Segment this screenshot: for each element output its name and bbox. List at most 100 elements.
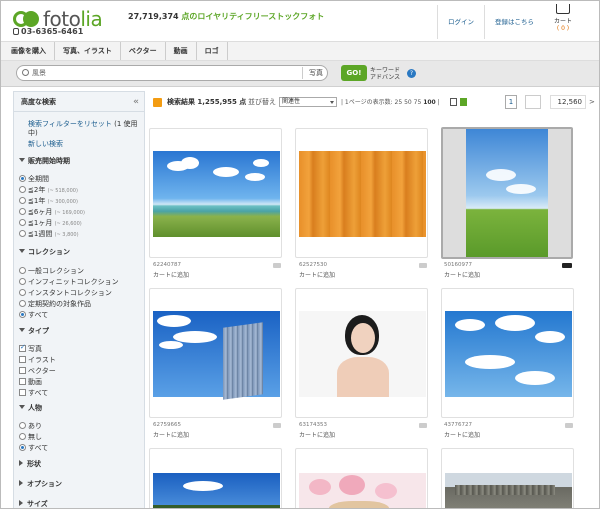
radio-icon[interactable] — [19, 278, 26, 285]
grid-view-icon[interactable] — [460, 98, 467, 106]
add-to-cart-link[interactable]: カートに追加 — [153, 270, 189, 279]
section-period[interactable]: 販売開始時期 — [19, 156, 70, 166]
add-to-cart-link[interactable]: カートに追加 — [153, 430, 189, 439]
collection-option[interactable]: インスタントコレクション — [19, 288, 112, 298]
section-size[interactable]: サイズ — [19, 499, 48, 508]
new-search-link[interactable]: 新しい検索 — [28, 139, 63, 149]
page-total[interactable]: 12,560 — [550, 95, 586, 109]
image-thumbnail[interactable] — [299, 473, 426, 508]
checkbox-icon[interactable] — [19, 378, 26, 385]
search-type-select[interactable]: 写真 — [302, 67, 323, 79]
list-view-icon[interactable] — [450, 98, 457, 106]
go-button[interactable]: GO! — [341, 65, 367, 81]
image-thumbnail[interactable] — [299, 311, 426, 397]
nav-photos-illustrations[interactable]: 写真、イラスト — [55, 42, 121, 60]
radio-icon[interactable] — [19, 219, 26, 226]
radio-icon[interactable] — [19, 311, 26, 318]
register-link[interactable]: 登録はこちら — [484, 5, 544, 39]
help-icon[interactable]: ? — [407, 69, 416, 78]
radio-icon[interactable] — [19, 300, 26, 307]
page-input[interactable] — [525, 95, 541, 109]
collapse-icon[interactable]: « — [133, 92, 139, 112]
sort-select[interactable]: 関連性 — [279, 97, 337, 107]
nav-logos[interactable]: ロゴ — [197, 42, 228, 60]
checkbox-icon[interactable] — [19, 343, 26, 352]
search-input[interactable] — [32, 67, 292, 79]
image-card[interactable] — [441, 127, 573, 259]
image-card[interactable] — [149, 448, 282, 508]
image-thumbnail[interactable] — [153, 151, 280, 237]
image-thumbnail[interactable] — [445, 473, 572, 508]
radio-icon[interactable] — [19, 267, 26, 274]
radio-icon[interactable] — [19, 230, 26, 237]
radio-icon[interactable] — [19, 422, 26, 429]
people-option[interactable]: あり — [19, 421, 42, 431]
section-collection[interactable]: コレクション — [19, 247, 70, 257]
radio-icon[interactable] — [19, 433, 26, 440]
type-option[interactable]: すべて — [19, 388, 48, 398]
type-option[interactable]: 動画 — [19, 377, 42, 387]
checkbox-icon[interactable] — [19, 367, 26, 374]
add-to-cart-link[interactable]: カートに追加 — [299, 270, 335, 279]
image-card[interactable] — [441, 448, 574, 508]
add-to-cart-link[interactable]: カートに追加 — [299, 430, 335, 439]
image-thumbnail[interactable] — [299, 151, 426, 237]
type-option[interactable]: イラスト — [19, 355, 56, 365]
image-card[interactable] — [441, 288, 574, 418]
period-option[interactable]: ≦1ヶ月 (~ 26,600) — [19, 218, 82, 228]
radio-icon[interactable] — [19, 197, 26, 204]
cart-count: ( 0 ) — [556, 25, 570, 32]
checkbox-icon[interactable] — [19, 389, 26, 396]
period-option[interactable]: 全期間 — [19, 174, 49, 184]
image-thumbnail[interactable] — [466, 129, 548, 257]
image-id: 50160977 — [444, 262, 472, 268]
people-option[interactable]: 無し — [19, 432, 42, 442]
type-option[interactable]: 写真 — [19, 343, 42, 354]
image-thumbnail[interactable] — [153, 311, 280, 400]
image-card[interactable] — [295, 448, 428, 508]
people-option[interactable]: すべて — [19, 443, 48, 453]
image-card[interactable] — [295, 288, 428, 418]
checkbox-icon[interactable] — [19, 356, 26, 363]
nav-vectors[interactable]: ベクター — [121, 42, 166, 60]
advanced-keyword-link[interactable]: キーワード アドバンス — [370, 67, 400, 81]
period-option[interactable]: ≦6ヶ月 (~ 169,000) — [19, 207, 85, 217]
image-card[interactable] — [295, 128, 428, 258]
page-current[interactable]: 1 — [505, 95, 517, 109]
reset-filters-link[interactable]: 検索フィルターをリセット (1 使用中) — [28, 120, 144, 138]
section-option[interactable]: オプション — [19, 479, 62, 489]
nav-video[interactable]: 動画 — [166, 42, 197, 60]
radio-icon[interactable] — [19, 289, 26, 296]
radio-icon[interactable] — [19, 208, 26, 215]
image-id: 63174353 — [299, 422, 327, 428]
add-to-cart-link[interactable]: カートに追加 — [444, 270, 480, 279]
chevron-down-icon — [19, 405, 25, 409]
period-option[interactable]: ≦1年 (~ 300,000) — [19, 196, 78, 206]
radio-icon[interactable] — [19, 186, 26, 193]
image-card[interactable] — [149, 288, 282, 418]
image-card[interactable] — [149, 128, 282, 258]
section-type[interactable]: タイプ — [19, 326, 49, 336]
radio-icon[interactable] — [19, 444, 26, 451]
collection-option[interactable]: すべて — [19, 310, 48, 320]
login-link[interactable]: ログイン — [437, 5, 484, 39]
next-page-button[interactable]: > — [589, 97, 595, 107]
radio-icon[interactable] — [19, 175, 26, 182]
period-option[interactable]: ≦1週間 (~ 3,800) — [19, 229, 79, 239]
image-thumbnail[interactable] — [445, 311, 572, 397]
type-option[interactable]: ベクター — [19, 366, 56, 376]
section-people[interactable]: 人物 — [19, 403, 42, 413]
nav-buy-images[interactable]: 画像を購入 — [1, 42, 55, 60]
tag-icon — [565, 423, 573, 428]
add-to-cart-link[interactable]: カートに追加 — [444, 430, 480, 439]
cart-button[interactable]: カート ( 0 ) — [543, 4, 583, 32]
collection-option[interactable]: 定期契約の対象作品 — [19, 299, 91, 309]
rss-icon[interactable] — [153, 98, 162, 107]
section-shape[interactable]: 形状 — [19, 459, 41, 469]
collection-option[interactable]: インフィニットコレクション — [19, 277, 119, 287]
collection-option[interactable]: 一般コレクション — [19, 266, 84, 276]
per-page-options[interactable]: | 1ページの表示数: 25 50 75 100 | — [341, 97, 440, 108]
period-option[interactable]: ≦2年 (~ 518,000) — [19, 185, 78, 195]
image-thumbnail[interactable] — [153, 473, 280, 508]
chevron-down-icon — [330, 101, 334, 104]
